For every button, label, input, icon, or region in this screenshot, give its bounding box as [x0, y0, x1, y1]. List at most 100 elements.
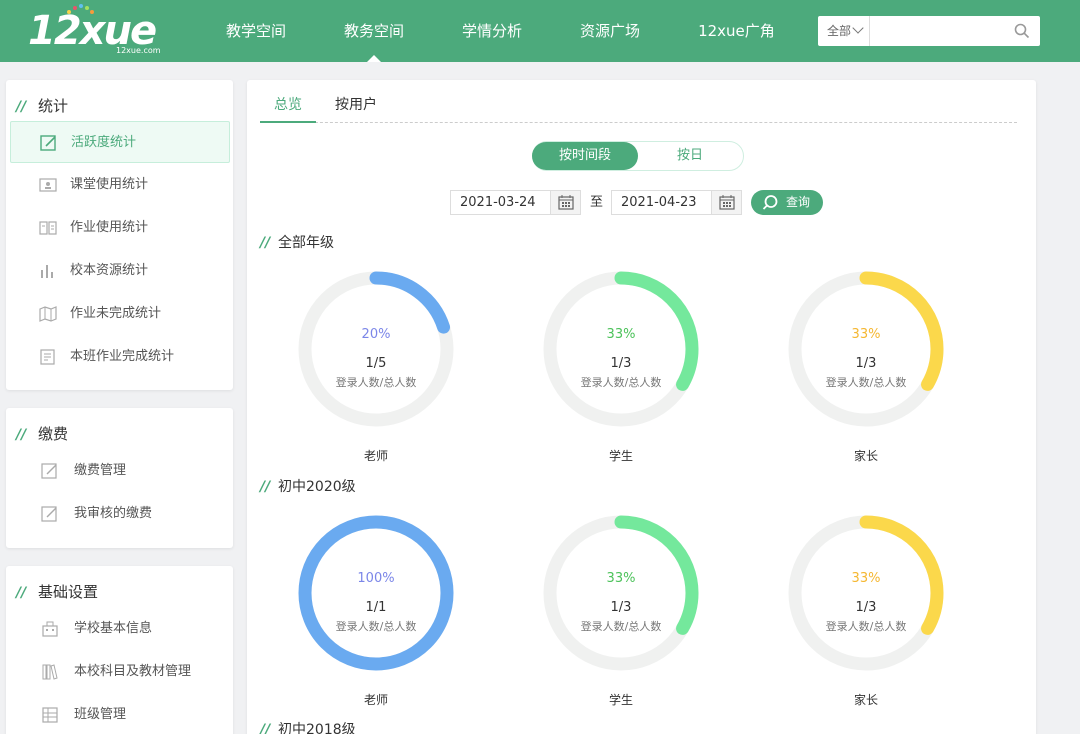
query-button[interactable]: 查询	[751, 190, 823, 215]
end-date-field[interactable]: 2021-04-23	[611, 190, 742, 215]
start-date-value: 2021-03-24	[460, 195, 536, 210]
donut-role-label: 学生	[608, 449, 633, 463]
section-marker-icon: //	[260, 235, 271, 251]
sidebar-item-incomplete-homework-stats[interactable]: 作业未完成统计	[10, 293, 230, 335]
sidebar-item-label: 我审核的缴费	[74, 506, 153, 521]
search-icon	[762, 195, 778, 210]
sidebar-item-my-reviewed-payments[interactable]: 我审核的缴费	[10, 493, 230, 535]
sidebar-panel-payment: //缴费 缴费管理 我审核的缴费	[6, 408, 233, 548]
grid-icon	[42, 707, 58, 723]
donut-chart-svg	[543, 271, 699, 427]
nav-12xue-wide-angle[interactable]: 12xue广角	[677, 0, 796, 62]
sidebar-item-label: 作业使用统计	[70, 220, 149, 235]
tab-by-user[interactable]: 按用户	[332, 93, 380, 123]
sidebar-item-class-homework-completion[interactable]: 本班作业完成统计	[10, 336, 230, 378]
sidebar-item-subjects-textbooks[interactable]: 本校科目及教材管理	[10, 651, 230, 693]
books-icon	[42, 664, 58, 680]
search-input[interactable]	[872, 19, 1008, 43]
start-date-field[interactable]: 2021-03-24	[450, 190, 581, 215]
donut-ratio: 1/3	[855, 600, 877, 615]
section-title: //初中2020级	[260, 479, 356, 495]
section-marker-icon: //	[16, 427, 27, 443]
classroom-icon	[39, 178, 57, 192]
donut-percent: 33%	[606, 571, 636, 586]
donut-percent: 33%	[851, 571, 881, 586]
edit-icon	[41, 506, 57, 522]
sidebar-item-label: 本校科目及教材管理	[74, 664, 192, 679]
tab-overview[interactable]: 总览	[260, 93, 316, 123]
scrollbar-track[interactable]	[1062, 62, 1080, 734]
donut-percent: 33%	[606, 327, 636, 342]
search-scope-select[interactable]: 全部	[818, 16, 870, 46]
donut-role-label: 老师	[363, 449, 388, 463]
logo-subtext: 12xue.com	[116, 46, 161, 55]
nav-learning-analysis[interactable]: 学情分析	[441, 0, 543, 62]
section-marker-icon: //	[260, 479, 271, 495]
sidebar-item-label: 本班作业完成统计	[70, 349, 175, 364]
sidebar-item-label: 活跃度统计	[71, 135, 137, 150]
document-icon	[40, 349, 55, 365]
calendar-button[interactable]	[550, 191, 580, 214]
calendar-button[interactable]	[711, 191, 741, 214]
section-marker-icon: //	[260, 722, 271, 734]
date-range-separator: 至	[590, 195, 604, 210]
logo[interactable]: 12xue 12xue.com	[28, 4, 188, 58]
nav-teaching-space[interactable]: 教学空间	[205, 0, 307, 62]
donut-caption: 登录人数/总人数	[825, 376, 907, 389]
sidebar-item-label: 缴费管理	[74, 463, 127, 478]
sidebar-item-classroom-stats[interactable]: 课堂使用统计	[10, 164, 230, 206]
sidebar-item-homework-stats[interactable]: 作业使用统计	[10, 207, 230, 249]
sidebar-item-label: 学校基本信息	[74, 621, 153, 636]
mode-by-period-button[interactable]: 按时间段	[532, 142, 638, 170]
sidebar-panel-stats: //统计 活跃度统计 课堂使用统计 作业使用统计 校本资源统计 作业未完成统计 …	[6, 80, 233, 390]
mode-toggle: 按时间段 按日	[532, 141, 744, 171]
sidebar-panel-title: //缴费	[16, 425, 69, 443]
donut-ratio: 1/3	[610, 600, 632, 615]
query-button-label: 查询	[786, 195, 811, 209]
sidebar-item-school-info[interactable]: 学校基本信息	[10, 608, 230, 650]
sidebar-item-label: 班级管理	[74, 707, 127, 722]
book-icon	[39, 221, 57, 235]
section-title: //初中2018级	[260, 720, 356, 734]
search-icon[interactable]	[1014, 23, 1030, 39]
section-title: //全部年级	[260, 235, 334, 251]
donut-teacher: 100% 1/1 登录人数/总人数 老师	[296, 513, 456, 713]
donut-caption: 登录人数/总人数	[580, 620, 662, 633]
sidebar-item-activity-stats[interactable]: 活跃度统计	[10, 121, 230, 163]
mode-by-day-button[interactable]: 按日	[637, 142, 743, 170]
sidebar-panel-settings: //基础设置 学校基本信息 本校科目及教材管理 班级管理	[6, 566, 233, 734]
sidebar-item-label: 作业未完成统计	[70, 306, 162, 321]
view-tabs: 总览 按用户	[260, 93, 1017, 123]
donut-chart-svg	[298, 515, 454, 671]
nav-academic-affairs[interactable]: 教务空间	[323, 0, 425, 62]
donut-parent: 33% 1/3 登录人数/总人数 家长	[786, 269, 946, 469]
donut-role-label: 学生	[608, 693, 633, 707]
donut-caption: 登录人数/总人数	[335, 376, 417, 389]
sidebar-item-class-management[interactable]: 班级管理	[10, 694, 230, 734]
donut-percent: 100%	[357, 571, 395, 586]
donut-caption: 登录人数/总人数	[825, 620, 907, 633]
sidebar-panel-title: //统计	[16, 97, 69, 115]
search-scope-label: 全部	[827, 24, 852, 38]
donut-student: 33% 1/3 登录人数/总人数 学生	[541, 513, 701, 713]
section-marker-icon: //	[16, 99, 27, 115]
main-content: 总览 按用户 按时间段 按日 2021-03-24 至 2021-04-23 查…	[247, 80, 1036, 734]
sidebar-item-payment-management[interactable]: 缴费管理	[10, 450, 230, 492]
donut-chart-svg	[788, 271, 944, 427]
chevron-down-icon	[852, 22, 864, 34]
donut-percent: 20%	[361, 327, 391, 342]
donut-percent: 33%	[851, 327, 881, 342]
main-nav: 教学空间 教务空间 学情分析 资源广场 12xue广角	[205, 0, 812, 62]
edit-icon	[40, 135, 56, 151]
map-icon	[39, 306, 57, 322]
donut-role-label: 家长	[853, 449, 878, 463]
donut-ratio: 1/3	[610, 356, 632, 371]
calendar-icon	[719, 195, 735, 210]
sidebar-item-label: 课堂使用统计	[70, 177, 149, 192]
nav-resource-square[interactable]: 资源广场	[559, 0, 661, 62]
sidebar-item-school-resource-stats[interactable]: 校本资源统计	[10, 250, 230, 292]
sidebar-item-label: 校本资源统计	[70, 263, 149, 278]
donut-role-label: 家长	[853, 693, 878, 707]
donut-student: 33% 1/3 登录人数/总人数 学生	[541, 269, 701, 469]
donut-ratio: 1/3	[855, 356, 877, 371]
